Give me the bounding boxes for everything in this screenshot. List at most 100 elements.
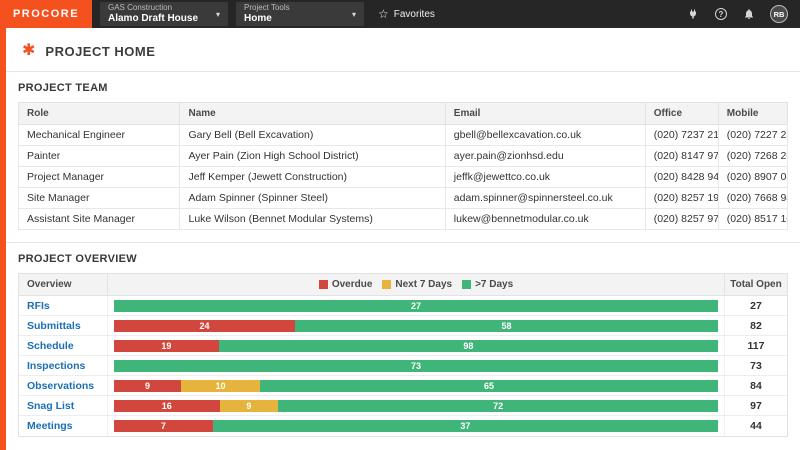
favorites-label: Favorites bbox=[394, 9, 435, 20]
project-overview-section: PROJECT OVERVIEW Overview OverdueNext 7 … bbox=[6, 253, 800, 437]
section-divider bbox=[6, 242, 800, 243]
bar-segment-overdue: 24 bbox=[114, 320, 295, 332]
overview-row-link[interactable]: Schedule bbox=[19, 340, 107, 352]
bar-segment-next7: 9 bbox=[220, 400, 279, 412]
team-col-email: Email bbox=[445, 103, 645, 125]
overview-row-link[interactable]: Snag List bbox=[19, 400, 107, 412]
team-cell-role: Site Manager bbox=[19, 188, 180, 209]
bar-segment-gt7: 58 bbox=[295, 320, 718, 332]
favorites-button[interactable]: ☆ Favorites bbox=[378, 7, 435, 21]
team-cell-mobile: (020) 7227 2551 bbox=[718, 125, 787, 146]
stacked-bar: 27 bbox=[114, 300, 718, 312]
overview-row: RFIs 27 27 bbox=[19, 296, 787, 316]
stacked-bar: 2458 bbox=[114, 320, 718, 332]
top-navigation-bar: PROCORE GAS Construction Alamo Draft Hou… bbox=[0, 0, 800, 28]
brand-accent-strip bbox=[0, 0, 6, 450]
overview-row-total: 44 bbox=[725, 420, 787, 432]
team-cell-email: adam.spinner@spinnersteel.co.uk bbox=[445, 188, 645, 209]
question-mark-icon: ? bbox=[715, 8, 727, 20]
overview-row: Snag List1697297 bbox=[19, 396, 787, 416]
team-col-name: Name bbox=[180, 103, 445, 125]
bar-segment-gt7: 98 bbox=[219, 340, 718, 352]
team-cell-role: Mechanical Engineer bbox=[19, 125, 180, 146]
overview-bar-cell: 73 bbox=[107, 356, 725, 375]
team-cell-role: Project Manager bbox=[19, 167, 180, 188]
section-divider bbox=[6, 71, 800, 72]
project-team-section: PROJECT TEAM Role Name Email Office Mobi… bbox=[6, 82, 800, 230]
overview-row-link[interactable]: RFIs bbox=[19, 300, 107, 312]
team-cell-office: (020) 8428 9434 bbox=[645, 167, 718, 188]
overview-row-link[interactable]: Submittals bbox=[19, 320, 107, 332]
notifications-bell-icon[interactable] bbox=[742, 7, 756, 21]
overview-row-total: 97 bbox=[725, 400, 787, 412]
plug-icon[interactable] bbox=[686, 7, 700, 21]
overview-rows: RFIs2727Submittals245882Schedule1998117I… bbox=[19, 296, 787, 436]
team-cell-name: Luke Wilson (Bennet Modular Systems) bbox=[180, 209, 445, 230]
overview-row-link[interactable]: Observations bbox=[19, 380, 107, 392]
bar-segment-gt7: 73 bbox=[114, 360, 718, 372]
bar-segment-gt7: 72 bbox=[278, 400, 718, 412]
team-row: Site ManagerAdam Spinner (Spinner Steel)… bbox=[19, 188, 788, 209]
team-cell-email: jeffk@jewettco.co.uk bbox=[445, 167, 645, 188]
overview-legend: Overdue Next 7 Days >7 Days bbox=[107, 274, 725, 295]
overview-row-total: 27 bbox=[725, 300, 787, 312]
tools-label: Project Tools bbox=[244, 4, 290, 13]
legend-label: >7 Days bbox=[475, 279, 513, 290]
topbar-actions: ? RB bbox=[686, 5, 800, 23]
team-header-row: Role Name Email Office Mobile bbox=[19, 103, 788, 125]
team-cell-name: Ayer Pain (Zion High School District) bbox=[180, 146, 445, 167]
bar-segment-gt7: 27 bbox=[114, 300, 718, 312]
overview-row-link[interactable]: Inspections bbox=[19, 360, 107, 372]
bar-segment-next7: 10 bbox=[181, 380, 260, 392]
overview-row-total: 82 bbox=[725, 320, 787, 332]
team-row: Mechanical EngineerGary Bell (Bell Excav… bbox=[19, 125, 788, 146]
help-icon[interactable]: ? bbox=[714, 7, 728, 21]
legend-item-overdue: Overdue bbox=[319, 279, 373, 290]
overview-bar-cell: 91065 bbox=[107, 376, 725, 395]
team-cell-mobile: (020) 7268 2659 bbox=[718, 146, 787, 167]
overview-bar-cell: 1998 bbox=[107, 336, 725, 355]
bar-segment-overdue: 7 bbox=[114, 420, 213, 432]
team-table-body: Mechanical EngineerGary Bell (Bell Excav… bbox=[19, 125, 788, 230]
overview-col-header: Overview bbox=[19, 279, 107, 290]
legend-swatch-gt7 bbox=[462, 280, 471, 289]
team-cell-email: ayer.pain@zionhsd.edu bbox=[445, 146, 645, 167]
project-team-heading: PROJECT TEAM bbox=[18, 82, 788, 94]
team-cell-name: Adam Spinner (Spinner Steel) bbox=[180, 188, 445, 209]
bar-segment-gt7: 37 bbox=[213, 420, 718, 432]
overview-header-row: Overview OverdueNext 7 Days>7 Days Total… bbox=[19, 274, 787, 296]
project-tools-picker[interactable]: Project Tools Home ▾ bbox=[236, 2, 364, 26]
legend-item-next7: Next 7 Days bbox=[382, 279, 452, 290]
tools-value: Home bbox=[244, 13, 290, 24]
project-overview-table: Overview OverdueNext 7 Days>7 Days Total… bbox=[18, 273, 788, 437]
team-cell-office: (020) 8257 1931 bbox=[645, 188, 718, 209]
user-avatar[interactable]: RB bbox=[770, 5, 788, 23]
team-col-mobile: Mobile bbox=[718, 103, 787, 125]
page-header: ✱ PROJECT HOME bbox=[6, 28, 800, 71]
legend-swatch-next7 bbox=[382, 280, 391, 289]
legend-label: Next 7 Days bbox=[395, 279, 452, 290]
procore-logo[interactable]: PROCORE bbox=[0, 0, 92, 28]
team-cell-mobile: (020) 8907 0574 bbox=[718, 167, 787, 188]
overview-row: Submittals 2458 82 bbox=[19, 316, 787, 336]
main-content: ✱ PROJECT HOME PROJECT TEAM Role Name Em… bbox=[6, 28, 800, 450]
team-cell-name: Jeff Kemper (Jewett Construction) bbox=[180, 167, 445, 188]
overview-row-total: 84 bbox=[725, 380, 787, 392]
stacked-bar: 73 bbox=[114, 360, 718, 372]
overview-bar-cell: 16972 bbox=[107, 396, 725, 415]
team-row: PainterAyer Pain (Zion High School Distr… bbox=[19, 146, 788, 167]
team-cell-office: (020) 8147 9722 bbox=[645, 146, 718, 167]
overview-row: Meetings 737 44 bbox=[19, 416, 787, 436]
team-row: Assistant Site ManagerLuke Wilson (Benne… bbox=[19, 209, 788, 230]
page-title: PROJECT HOME bbox=[45, 44, 155, 59]
overview-row-link[interactable]: Meetings bbox=[19, 420, 107, 432]
company-name: GAS Construction bbox=[108, 4, 198, 13]
project-team-table: Role Name Email Office Mobile Mechanical… bbox=[18, 102, 788, 230]
overview-row: Inspections7373 bbox=[19, 356, 787, 376]
company-project-picker[interactable]: GAS Construction Alamo Draft House ▾ bbox=[100, 2, 228, 26]
team-cell-role: Assistant Site Manager bbox=[19, 209, 180, 230]
legend-item-gt7: >7 Days bbox=[462, 279, 513, 290]
team-cell-email: lukew@bennetmodular.co.uk bbox=[445, 209, 645, 230]
overview-row: Observations9106584 bbox=[19, 376, 787, 396]
team-col-role: Role bbox=[19, 103, 180, 125]
